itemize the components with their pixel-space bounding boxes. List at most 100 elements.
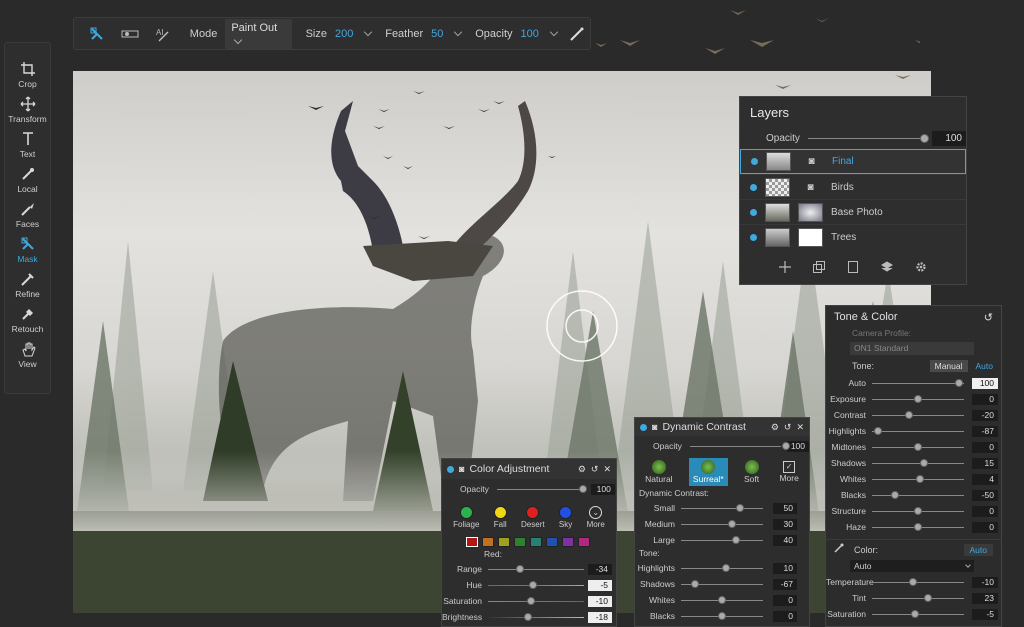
- layer-mask-thumbnail[interactable]: [798, 227, 823, 247]
- new-layer-icon[interactable]: [847, 261, 859, 276]
- ca-preset[interactable]: Fall: [493, 505, 507, 529]
- slider-value[interactable]: -10: [588, 595, 612, 607]
- tool-crop[interactable]: Crop: [5, 57, 50, 92]
- layer-mask-thumbnail[interactable]: [798, 202, 823, 222]
- ca-preset[interactable]: Sky: [559, 505, 572, 529]
- slider-knob[interactable]: [718, 595, 726, 604]
- tool-faces[interactable]: Faces: [5, 197, 50, 232]
- slider-value[interactable]: -5: [972, 608, 998, 620]
- chevron-down-icon[interactable]: [549, 27, 559, 37]
- settings-gear-icon[interactable]: ⚙: [771, 422, 779, 433]
- ca-opacity-value[interactable]: 100: [590, 483, 615, 495]
- layer-mask-icon[interactable]: ◙: [799, 156, 824, 167]
- layer-visibility-dot[interactable]: [750, 208, 757, 216]
- layer-row[interactable]: ◙ Final: [740, 149, 966, 174]
- slider-value[interactable]: -34: [588, 563, 612, 575]
- slider-value[interactable]: 30: [773, 518, 797, 530]
- slider-track[interactable]: [681, 563, 763, 572]
- slider-value[interactable]: 100: [972, 377, 998, 389]
- layer-visibility-dot[interactable]: [750, 233, 757, 241]
- dc-preset[interactable]: Soft: [740, 458, 763, 486]
- slider-value[interactable]: 50: [773, 502, 797, 514]
- tone-manual-button[interactable]: Manual: [929, 360, 968, 372]
- slider-knob[interactable]: [524, 612, 532, 621]
- slider-value[interactable]: 0: [773, 594, 797, 606]
- settings-gear-icon[interactable]: ⚙: [578, 464, 586, 475]
- tool-mask[interactable]: Mask: [5, 232, 50, 267]
- color-mode-select[interactable]: Auto: [850, 560, 974, 572]
- chevron-down-icon[interactable]: [364, 27, 373, 37]
- ca-preset[interactable]: ⌄ More: [587, 505, 605, 529]
- slider-track[interactable]: [872, 593, 964, 602]
- slider-track[interactable]: [872, 394, 964, 403]
- reset-icon[interactable]: ↺: [591, 464, 599, 475]
- layers-opacity-value[interactable]: 100: [931, 130, 966, 146]
- mask-icon[interactable]: ◙: [652, 422, 657, 432]
- slider-value[interactable]: 0: [972, 521, 998, 533]
- slider-track[interactable]: [681, 611, 763, 620]
- chevron-down-icon[interactable]: [454, 27, 463, 37]
- color-swatch[interactable]: [482, 537, 494, 547]
- ca-preset[interactable]: Foliage: [453, 505, 479, 529]
- tool-view[interactable]: View: [5, 337, 50, 372]
- dc-preset[interactable]: ✓ More: [775, 459, 802, 485]
- slider-value[interactable]: 40: [773, 534, 797, 546]
- slider-track[interactable]: [872, 410, 964, 419]
- slider-track[interactable]: [872, 378, 964, 387]
- slider-value[interactable]: -50: [972, 489, 998, 501]
- color-swatch[interactable]: [498, 537, 510, 547]
- tone-auto-button[interactable]: Auto: [968, 360, 1002, 372]
- color-swatch[interactable]: [562, 537, 574, 547]
- settings-gear-icon[interactable]: [915, 261, 927, 276]
- ca-preset[interactable]: Desert: [521, 505, 545, 529]
- slider-track[interactable]: [681, 519, 763, 528]
- layer-mask-icon[interactable]: ◙: [798, 182, 823, 193]
- opacity-value[interactable]: 100: [521, 28, 539, 40]
- slider-track[interactable]: [872, 609, 964, 618]
- slider-knob[interactable]: [914, 522, 922, 531]
- layers-stack-icon[interactable]: [881, 261, 893, 276]
- slider-value[interactable]: 10: [773, 562, 797, 574]
- color-swatch[interactable]: [578, 537, 590, 547]
- slider-value[interactable]: -10: [972, 576, 998, 588]
- slider-knob[interactable]: [914, 394, 922, 403]
- layer-name[interactable]: Trees: [831, 232, 856, 243]
- dc-opacity-value[interactable]: 100: [786, 440, 809, 452]
- slider-value[interactable]: -67: [773, 578, 797, 590]
- slider-track[interactable]: [872, 458, 964, 467]
- layer-visibility-dot[interactable]: [751, 158, 758, 165]
- tool-text[interactable]: Text: [5, 127, 50, 162]
- slider-value[interactable]: -20: [972, 409, 998, 421]
- slider-knob[interactable]: [722, 563, 730, 572]
- slider-knob[interactable]: [920, 458, 928, 467]
- slider-track[interactable]: [872, 442, 964, 451]
- gradient-mask-icon[interactable]: [117, 23, 142, 45]
- slider-knob[interactable]: [891, 490, 899, 499]
- color-auto-button[interactable]: Auto: [963, 543, 993, 556]
- slider-value[interactable]: 0: [972, 505, 998, 517]
- slider-track[interactable]: [488, 596, 584, 605]
- slider-track[interactable]: [872, 426, 964, 435]
- slider-knob[interactable]: [924, 593, 932, 602]
- color-swatch[interactable]: [466, 537, 478, 547]
- slider-track[interactable]: [681, 595, 763, 604]
- slider-track[interactable]: [681, 535, 763, 544]
- slider-knob[interactable]: [728, 519, 736, 528]
- slider-track[interactable]: [488, 580, 584, 589]
- slider-knob[interactable]: [718, 611, 726, 620]
- slider-knob[interactable]: [955, 378, 963, 387]
- color-swatch[interactable]: [514, 537, 526, 547]
- duplicate-layer-icon[interactable]: [813, 261, 825, 276]
- layers-opacity-slider[interactable]: [807, 133, 929, 143]
- slider-knob[interactable]: [911, 609, 919, 618]
- perfect-brush-icon[interactable]: [565, 23, 590, 45]
- layer-visibility-dot[interactable]: [750, 183, 757, 191]
- filter-enabled-dot[interactable]: [447, 465, 454, 473]
- slider-track[interactable]: [872, 522, 964, 531]
- tool-retouch[interactable]: Retouch: [5, 302, 50, 337]
- layer-name[interactable]: Final: [832, 156, 854, 167]
- close-icon[interactable]: ✕: [796, 422, 804, 433]
- slider-value[interactable]: -18: [588, 611, 612, 623]
- tool-refine[interactable]: Refine: [5, 267, 50, 302]
- slider-value[interactable]: -5: [588, 579, 612, 591]
